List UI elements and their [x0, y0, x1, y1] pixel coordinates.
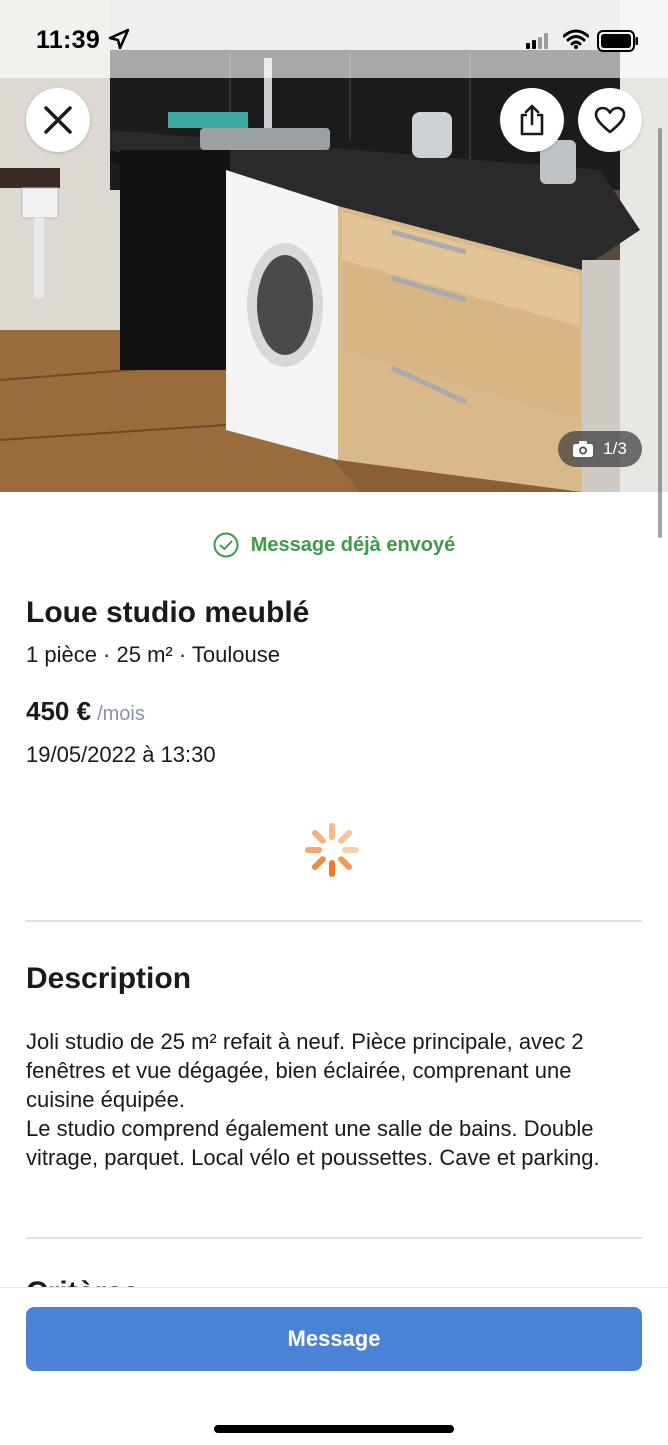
close-button[interactable] [26, 88, 90, 152]
wifi-icon [563, 29, 589, 49]
share-button[interactable] [500, 88, 564, 152]
heart-icon [594, 106, 626, 134]
message-button[interactable]: Message [26, 1307, 642, 1371]
cell-signal-icon [526, 33, 548, 49]
scroll-indicator [658, 128, 662, 538]
listing-title: Loue studio meublé [26, 596, 310, 629]
price-unit: /mois [97, 703, 145, 725]
location-arrow-icon [108, 28, 130, 50]
home-indicator [214, 1425, 454, 1433]
photo-counter: 1/3 [558, 431, 642, 467]
check-circle-icon [213, 532, 239, 558]
status-time: 11:39 [36, 26, 101, 54]
price-row: 450 € /mois [26, 696, 145, 727]
description-paragraph: Joli studio de 25 m² refait à neuf. Pièc… [26, 1029, 584, 1112]
description-text: Joli studio de 25 m² refait à neuf. Pièc… [26, 1027, 646, 1172]
status-bar: 11:39 [0, 0, 668, 78]
photo-counter-text: 1/3 [603, 439, 627, 458]
battery-icon [597, 30, 638, 52]
listing-photo[interactable]: 11:39 1/3 [0, 0, 668, 492]
listing-details: 1 pièce · 25 m² · Toulouse [26, 642, 280, 667]
section-divider [26, 920, 642, 922]
close-icon [44, 106, 72, 134]
description-paragraph: Le studio comprend également une salle d… [26, 1116, 600, 1170]
description-heading: Description [26, 962, 192, 995]
message-sent-text: Message déjà envoyé [250, 533, 456, 556]
listing-date: 19/05/2022 à 13:30 [26, 742, 216, 767]
section-divider [26, 1237, 642, 1239]
listing-price: 450 € [26, 696, 92, 726]
loading-spinner-icon [305, 823, 359, 877]
message-sent-notice: Message déjà envoyé [0, 530, 668, 560]
camera-icon [573, 441, 594, 457]
share-icon [520, 104, 544, 136]
favorite-button[interactable] [578, 88, 642, 152]
